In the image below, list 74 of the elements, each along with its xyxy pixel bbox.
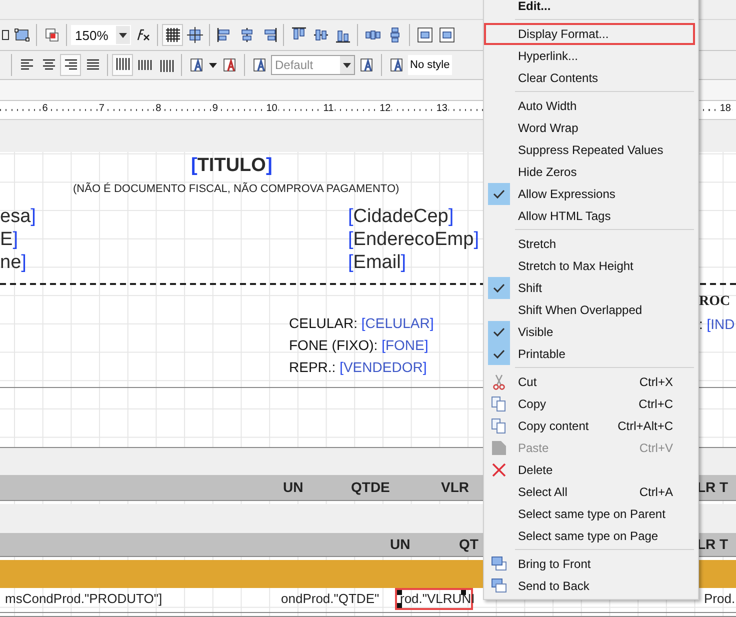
align-left-icon [216, 27, 232, 43]
center-v-icon [438, 27, 454, 43]
report-text: : [IND [699, 316, 735, 332]
menu-item[interactable]: Clear Contents [484, 67, 695, 89]
clear-format-icon [222, 57, 238, 73]
menu-item[interactable]: Hyperlink... [484, 45, 695, 67]
data-field[interactable]: ondProd."QTDE" [276, 588, 384, 610]
menu-item[interactable]: Stretch [484, 233, 695, 255]
title-field: [TITULO] [191, 155, 272, 177]
valign-middle-icon [136, 57, 152, 73]
column-header: QT [459, 536, 478, 552]
fit-grid-icon [186, 27, 202, 43]
bring-to-front-icon [491, 556, 507, 572]
contact-field: REPR.: [VENDEDOR] [289, 359, 427, 376]
zoom-combo[interactable]: 150% [71, 25, 131, 45]
valign-bottom-icon [158, 57, 174, 73]
company-field: ne] [0, 252, 26, 274]
menu-item[interactable]: Shift When Overlapped [484, 299, 695, 321]
data-field[interactable]: Prod. [699, 588, 736, 610]
report-text: ROC [699, 293, 730, 310]
select-partial-icon [2, 30, 8, 40]
menu-item[interactable]: Hide Zeros [484, 161, 695, 183]
caret-icon [209, 62, 217, 68]
address-field: [EnderecoEmp] [348, 229, 479, 251]
subtitle-text: (NÃO É DOCUMENTO FISCAL, NÃO COMPROVA PAGAMENTO) [73, 183, 400, 196]
data-field[interactable]: msCondProd."PRODUTO"] [0, 588, 168, 610]
valign-top-icon [114, 57, 130, 73]
toolbar-button[interactable] [184, 24, 205, 46]
menu-item[interactable]: Visible [484, 321, 695, 343]
scissors-icon [492, 374, 506, 390]
bring-front-icon [44, 27, 60, 43]
company-field: esa] [0, 206, 36, 228]
column-header: UN [390, 536, 410, 552]
menu-item[interactable]: Select All Ctrl+A [484, 481, 695, 503]
menu-item[interactable]: Edit... [484, 0, 695, 17]
delete-icon [492, 463, 506, 477]
menu-item[interactable]: Allow HTML Tags [484, 205, 695, 227]
menu-item[interactable]: Allow Expressions [484, 183, 695, 205]
menu-item[interactable]: Copy Ctrl+C [484, 393, 695, 415]
toolbar-button[interactable] [162, 24, 183, 46]
menu-item[interactable]: Word Wrap [484, 117, 695, 139]
menu-item[interactable]: Send to Back [484, 575, 695, 597]
toolbar-button[interactable] [112, 54, 133, 76]
formula-icon [134, 27, 150, 43]
contact-field: FONE (FIXO): [FONE] [289, 337, 428, 354]
style-label: No style [408, 55, 452, 75]
contact-field: CELULAR: [CELULAR] [289, 315, 434, 332]
copy-icon [491, 396, 507, 412]
center-h-icon [416, 27, 432, 43]
column-header: UN [283, 479, 304, 496]
menu-item[interactable]: Copy content Ctrl+Alt+C [484, 415, 695, 437]
send-to-back-icon [491, 578, 507, 594]
menu-item[interactable]: Bring to Front [484, 553, 695, 575]
menu-item[interactable]: Suppress Repeated Values [484, 139, 695, 161]
address-field: [CidadeCep] [348, 206, 454, 228]
menu-item[interactable]: Printable [484, 343, 695, 365]
menu-item[interactable]: Select same type on Page [484, 525, 695, 547]
menu-item[interactable]: Display Format... [484, 23, 695, 45]
company-field: E] [0, 229, 18, 251]
menu-item[interactable]: Stretch to Max Height [484, 255, 695, 277]
address-field: [Email] [348, 252, 406, 274]
copy-icon [491, 418, 507, 434]
paste-icon [491, 440, 507, 456]
menu-item[interactable]: Shift [484, 277, 695, 299]
align-middle-icon [312, 27, 328, 43]
select-icon [14, 27, 30, 43]
column-header: QTDE [351, 479, 390, 496]
column-header: VLR [441, 479, 469, 496]
align-center-icon [238, 27, 254, 43]
style-combo[interactable]: Default [271, 55, 355, 75]
menu-item[interactable]: Delete [484, 459, 695, 481]
menu-item[interactable]: Cut Ctrl+X [484, 371, 695, 393]
toolbar-button[interactable] [60, 54, 81, 76]
grid-icon [164, 27, 180, 43]
